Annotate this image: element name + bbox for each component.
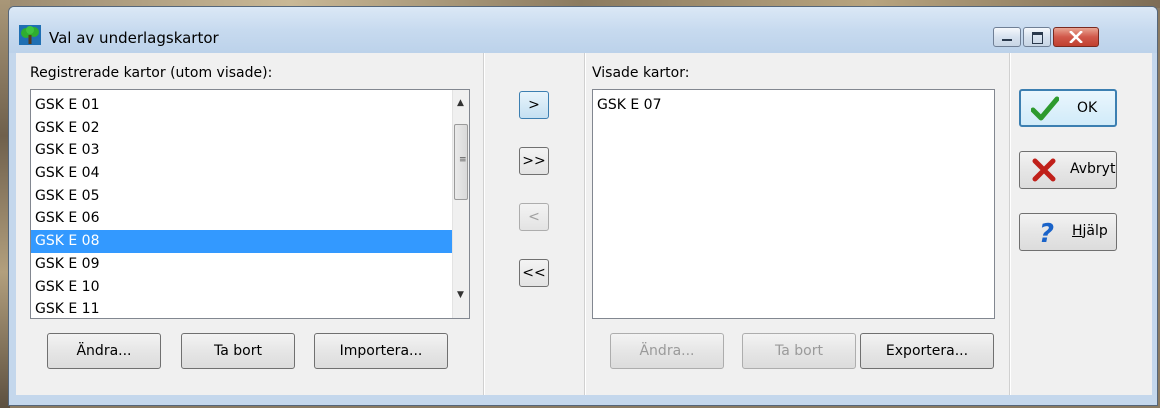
grip-icon: ≡	[459, 155, 467, 165]
left-list-label: Registrerade kartor (utom visade):	[30, 65, 273, 81]
left-remove-button[interactable]: Ta bort	[181, 333, 295, 369]
add-all-button[interactable]: >>	[519, 147, 549, 175]
scroll-up-icon[interactable]: ▲	[457, 98, 464, 108]
shown-maps-list[interactable]: GSK E 07	[592, 89, 995, 319]
left-separator	[483, 53, 485, 395]
list-item[interactable]: GSK E 10	[31, 276, 454, 299]
left-edit-button[interactable]: Ändra...	[47, 333, 161, 369]
maximize-icon	[1032, 32, 1043, 44]
title-bar[interactable]: Val av underlagskartor	[9, 7, 1157, 53]
import-button[interactable]: Importera...	[314, 333, 448, 369]
dialog-window: Val av underlagskartor Registrerade kart…	[8, 6, 1158, 406]
checkmark-icon	[1031, 96, 1059, 121]
x-icon	[1032, 158, 1056, 182]
list-item[interactable]: GSK E 09	[31, 253, 454, 276]
list-item[interactable]: GSK E 04	[31, 162, 454, 185]
right-edit-button[interactable]: Ändra...	[610, 333, 724, 369]
close-icon	[1069, 31, 1083, 43]
registered-maps-list[interactable]: GSK E 01 GSK E 02 GSK E 03 GSK E 04 GSK E 05…	[30, 89, 470, 319]
window-title: Val av underlagskartor	[49, 29, 219, 47]
add-selected-button[interactable]: >	[519, 91, 549, 119]
export-button[interactable]: Exportera...	[860, 333, 994, 369]
remove-all-button[interactable]: <<	[519, 259, 549, 287]
scrollbar-thumb[interactable]: ≡	[454, 124, 468, 200]
dialog-client: Registrerade kartor (utom visade): GSK E…	[16, 53, 1152, 395]
maximize-button[interactable]	[1023, 27, 1051, 47]
list-item[interactable]: GSK E 11	[31, 298, 454, 318]
ok-button[interactable]: OK	[1019, 89, 1117, 127]
help-button[interactable]: ? Hjälp	[1019, 213, 1117, 251]
cancel-label: Avbryt	[1070, 161, 1116, 177]
ok-label: OK	[1077, 100, 1098, 116]
minimize-icon	[1002, 39, 1012, 41]
minimize-button[interactable]	[993, 27, 1021, 47]
middle-separator	[584, 53, 586, 395]
right-list-label: Visade kartor:	[592, 65, 690, 81]
svg-text:?: ?	[1039, 219, 1054, 245]
list-item[interactable]: GSK E 07	[593, 94, 993, 117]
list-item[interactable]: GSK E 01	[31, 94, 454, 117]
list-item[interactable]: GSK E 08	[31, 230, 454, 253]
tree-icon	[19, 25, 41, 45]
close-button[interactable]	[1053, 27, 1099, 47]
right-remove-button[interactable]: Ta bort	[742, 333, 856, 369]
list-item[interactable]: GSK E 03	[31, 139, 454, 162]
question-icon: ?	[1039, 219, 1054, 245]
cancel-button[interactable]: Avbryt	[1019, 151, 1117, 189]
right-separator	[1009, 53, 1011, 395]
help-label: Hjälp	[1072, 223, 1108, 239]
list-item[interactable]: GSK E 06	[31, 207, 454, 230]
vertical-scrollbar[interactable]: ▲ ≡ ▼	[452, 90, 469, 318]
scroll-down-icon[interactable]: ▼	[457, 290, 464, 300]
list-item[interactable]: GSK E 05	[31, 185, 454, 208]
remove-selected-button[interactable]: <	[519, 203, 549, 231]
window-bottom-border	[16, 395, 1152, 405]
list-item[interactable]: GSK E 02	[31, 117, 454, 140]
